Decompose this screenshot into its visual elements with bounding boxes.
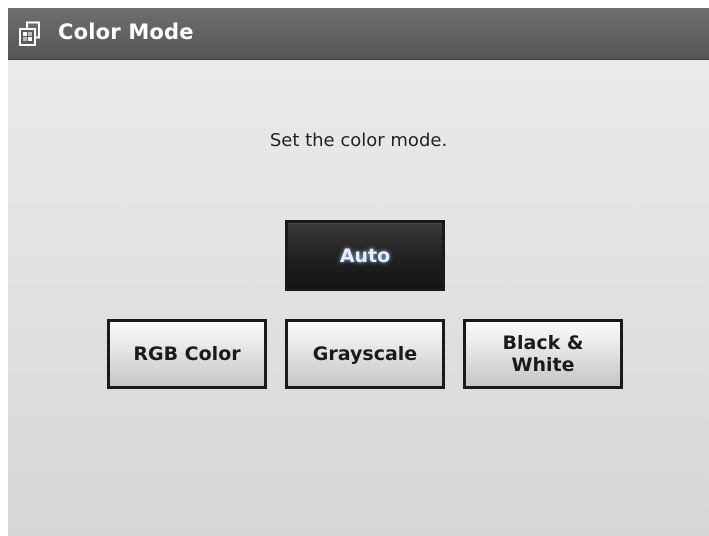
black-and-white-button-label: Black & White	[503, 332, 584, 376]
black-and-white-label-line2: White	[511, 354, 575, 376]
color-mode-screen: Color Mode Set the color mode. Auto RGB …	[8, 8, 709, 536]
grayscale-button[interactable]: Grayscale	[285, 319, 445, 389]
black-and-white-label-line1: Black &	[502, 332, 584, 354]
rgb-color-button-label: RGB Color	[133, 343, 241, 365]
rgb-color-button[interactable]: RGB Color	[107, 319, 267, 389]
color-mode-icon	[18, 21, 44, 47]
black-and-white-button[interactable]: Black & White	[463, 319, 623, 389]
auto-button-label: Auto	[339, 244, 391, 267]
grayscale-button-label: Grayscale	[312, 343, 418, 365]
auto-button[interactable]: Auto	[285, 220, 445, 291]
page-title: Color Mode	[58, 20, 194, 44]
instruction-text: Set the color mode.	[269, 130, 448, 151]
title-bar: Color Mode	[8, 8, 709, 60]
